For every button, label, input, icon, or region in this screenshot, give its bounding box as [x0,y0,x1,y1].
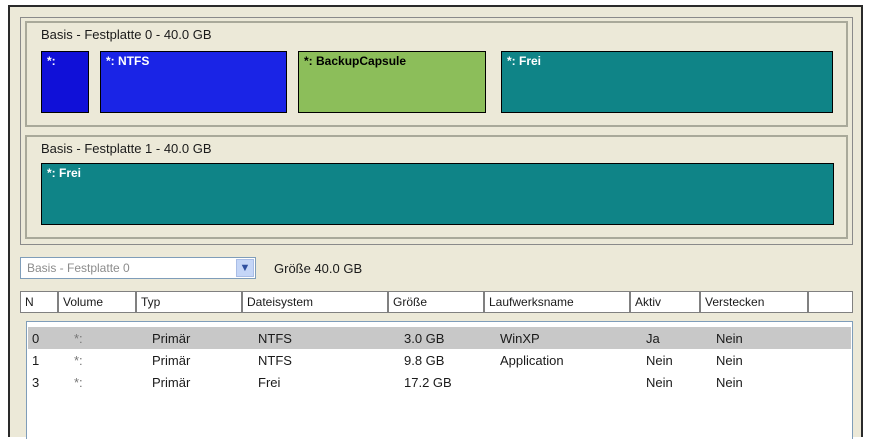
partition-table: N Volume Typ Dateisystem Größe Laufwerks… [20,291,853,439]
cell-n: 1 [32,353,40,368]
cell-aktiv: Ja [646,331,660,346]
disk-label-1: Basis - Festplatte 1 - 40.0 GB [41,141,212,156]
partition-label: *: Frei [47,166,82,180]
disk-panel-0[interactable]: Basis - Festplatte 0 - 40.0 GB *: *: NTF… [25,21,848,127]
disk-map-area: Basis - Festplatte 0 - 40.0 GB *: *: NTF… [20,17,853,245]
column-header-dateisystem[interactable]: Dateisystem [242,291,388,313]
partition-label: *: BackupCapsule [304,54,407,68]
partition-0-0[interactable]: *: [41,51,89,113]
partition-0-1[interactable]: *: NTFS [100,51,287,113]
cell-aktiv: Nein [646,375,673,390]
table-header: N Volume Typ Dateisystem Größe Laufwerks… [20,291,853,313]
partition-manager-window: Basis - Festplatte 0 - 40.0 GB *: *: NTF… [8,5,863,439]
cell-n: 0 [32,331,40,346]
cell-laufwerksname: Application [500,353,564,368]
table-body: 0 *: Primär NTFS 3.0 GB WinXP Ja Nein 1 … [26,321,853,439]
column-header-n[interactable]: N [20,291,58,313]
column-header-verstecken[interactable]: Verstecken [700,291,808,313]
disk-label-0: Basis - Festplatte 0 - 40.0 GB [41,27,212,42]
partition-label: *: NTFS [106,54,150,68]
column-header-groesse[interactable]: Größe [388,291,484,313]
column-header-volume[interactable]: Volume [58,291,136,313]
table-row[interactable]: 3 *: Primär Frei 17.2 GB Nein Nein [28,371,851,393]
cell-dateisystem: NTFS [258,331,292,346]
cell-typ: Primär [152,353,191,368]
disk-select-value: Basis - Festplatte 0 [27,261,130,275]
cell-dateisystem: NTFS [258,353,292,368]
cell-verstecken: Nein [716,375,743,390]
cell-volume: *: [74,353,83,368]
disk-size-label: Größe 40.0 GB [274,261,363,276]
cell-typ: Primär [152,331,191,346]
column-header-filler [808,291,853,313]
partition-label: *: Frei [507,54,542,68]
partition-1-0[interactable]: *: Frei [41,163,834,225]
cell-dateisystem: Frei [258,375,281,390]
partition-0-2[interactable]: *: BackupCapsule [298,51,486,113]
column-header-typ[interactable]: Typ [136,291,242,313]
column-header-laufwerksname[interactable]: Laufwerksname [484,291,630,313]
cell-groesse: 17.2 GB [404,375,452,390]
table-row[interactable]: 1 *: Primär NTFS 9.8 GB Application Nein… [28,349,851,371]
cell-typ: Primär [152,375,191,390]
partition-0-3[interactable]: *: Frei [501,51,833,113]
cell-volume: *: [74,331,83,346]
cell-verstecken: Nein [716,331,743,346]
disk-select[interactable]: Basis - Festplatte 0 ▼ [20,257,256,279]
cell-groesse: 3.0 GB [404,331,445,346]
disk-panel-1[interactable]: Basis - Festplatte 1 - 40.0 GB *: Frei [25,135,848,239]
disk-toolbar: Basis - Festplatte 0 ▼ Größe 40.0 GB [20,253,853,283]
cell-aktiv: Nein [646,353,673,368]
cell-groesse: 9.8 GB [404,353,445,368]
partition-label: *: [47,54,56,68]
cell-verstecken: Nein [716,353,743,368]
table-row[interactable]: 0 *: Primär NTFS 3.0 GB WinXP Ja Nein [28,327,851,349]
cell-volume: *: [74,375,83,390]
cell-laufwerksname: WinXP [500,331,540,346]
column-header-aktiv[interactable]: Aktiv [630,291,700,313]
chevron-down-icon[interactable]: ▼ [236,259,254,277]
cell-n: 3 [32,375,40,390]
